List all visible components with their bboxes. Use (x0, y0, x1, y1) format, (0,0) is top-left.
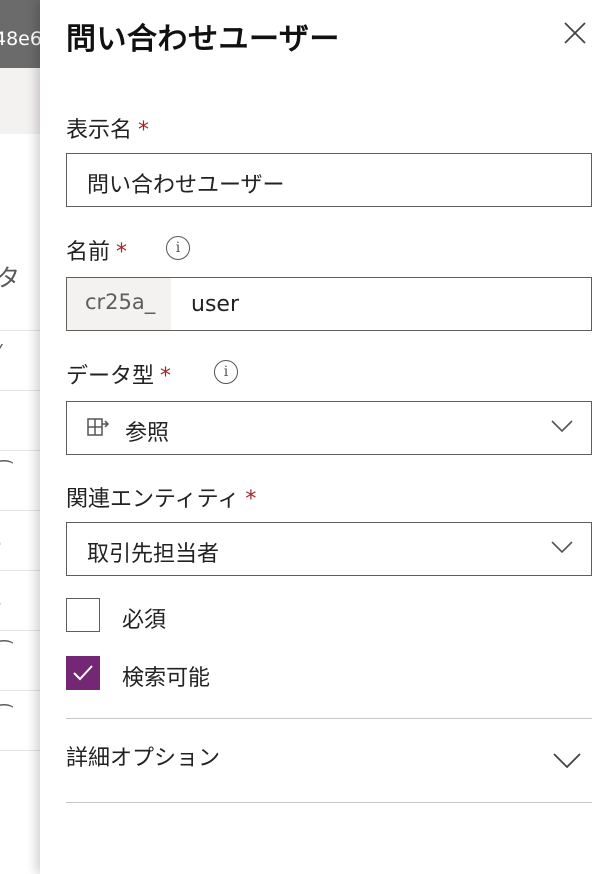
background-row-glyph: ⁀ (0, 460, 12, 484)
name-info-icon[interactable]: i (166, 236, 190, 260)
background-band (0, 68, 44, 134)
advanced-options-chevron-down-icon[interactable] (552, 750, 582, 770)
background-row-line (0, 690, 44, 691)
name-field[interactable]: cr25a_ user (66, 277, 592, 331)
lookup-icon (87, 418, 110, 436)
close-button[interactable] (560, 18, 590, 48)
chevron-down-icon (551, 541, 573, 554)
background-row-line (0, 750, 44, 751)
background-side-text: タ (0, 264, 20, 292)
data-type-info-icon[interactable]: i (214, 360, 238, 384)
chevron-down-icon (551, 420, 573, 433)
background-page: 48e6 タ ⁄ ⁀ · · ⁀ ⁀ (0, 0, 44, 874)
background-row-glyph: · (0, 592, 2, 616)
background-row-line (0, 630, 44, 631)
background-row-glyph: ⁀ (0, 640, 12, 664)
required-checkbox[interactable] (66, 598, 100, 632)
related-entity-label: 関連エンティティ * (66, 481, 256, 513)
background-topbar-text: 48e6 (0, 28, 42, 50)
background-row-line (0, 450, 44, 451)
required-checkbox-label: 必須 (122, 608, 167, 633)
related-entity-label-text: 関連エンティティ (66, 487, 240, 512)
required-indicator: * (116, 240, 128, 265)
name-prefix-text: cr25a_ (85, 290, 156, 314)
display-name-label-text: 表示名 (66, 118, 133, 143)
name-label: 名前 * (66, 234, 127, 266)
panel-title: 問い合わせユーザー (66, 22, 340, 57)
close-icon (564, 22, 586, 44)
required-indicator: * (160, 364, 172, 389)
data-type-dropdown[interactable]: 参照 (66, 401, 592, 455)
advanced-options-label: 詳細オプション (66, 746, 221, 771)
required-indicator: * (245, 487, 257, 512)
data-type-label: データ型 * (66, 358, 171, 390)
background-row-line (0, 390, 44, 391)
related-entity-value: 取引先担当者 (87, 542, 220, 567)
background-row-line (0, 330, 44, 331)
display-name-value: 問い合わせユーザー (87, 173, 285, 198)
related-entity-dropdown[interactable]: 取引先担当者 (66, 522, 592, 576)
background-row-glyph: · (0, 532, 2, 556)
display-name-label: 表示名 * (66, 112, 149, 144)
display-name-field[interactable]: 問い合わせユーザー (66, 153, 592, 207)
background-row-line (0, 510, 44, 511)
background-topbar: 48e6 (0, 0, 44, 68)
required-indicator: * (138, 118, 150, 143)
searchable-checkbox[interactable] (66, 656, 100, 690)
data-type-label-text: データ型 (66, 364, 155, 389)
divider (66, 718, 592, 719)
new-column-panel: 問い合わせユーザー 表示名 * 問い合わせユーザー 名前 * i cr25a_ us… (40, 0, 602, 874)
divider (66, 802, 592, 803)
name-value: user (191, 292, 239, 317)
background-list: タ ⁄ ⁀ · · ⁀ ⁀ (0, 134, 44, 874)
background-row-glyph: ⁀ (0, 704, 12, 728)
name-label-text: 名前 (66, 240, 111, 265)
background-row-line (0, 570, 44, 571)
checkmark-icon (73, 665, 93, 681)
searchable-checkbox-label: 検索可能 (122, 666, 211, 691)
name-prefix: cr25a_ (67, 278, 171, 330)
data-type-value: 参照 (125, 421, 170, 446)
